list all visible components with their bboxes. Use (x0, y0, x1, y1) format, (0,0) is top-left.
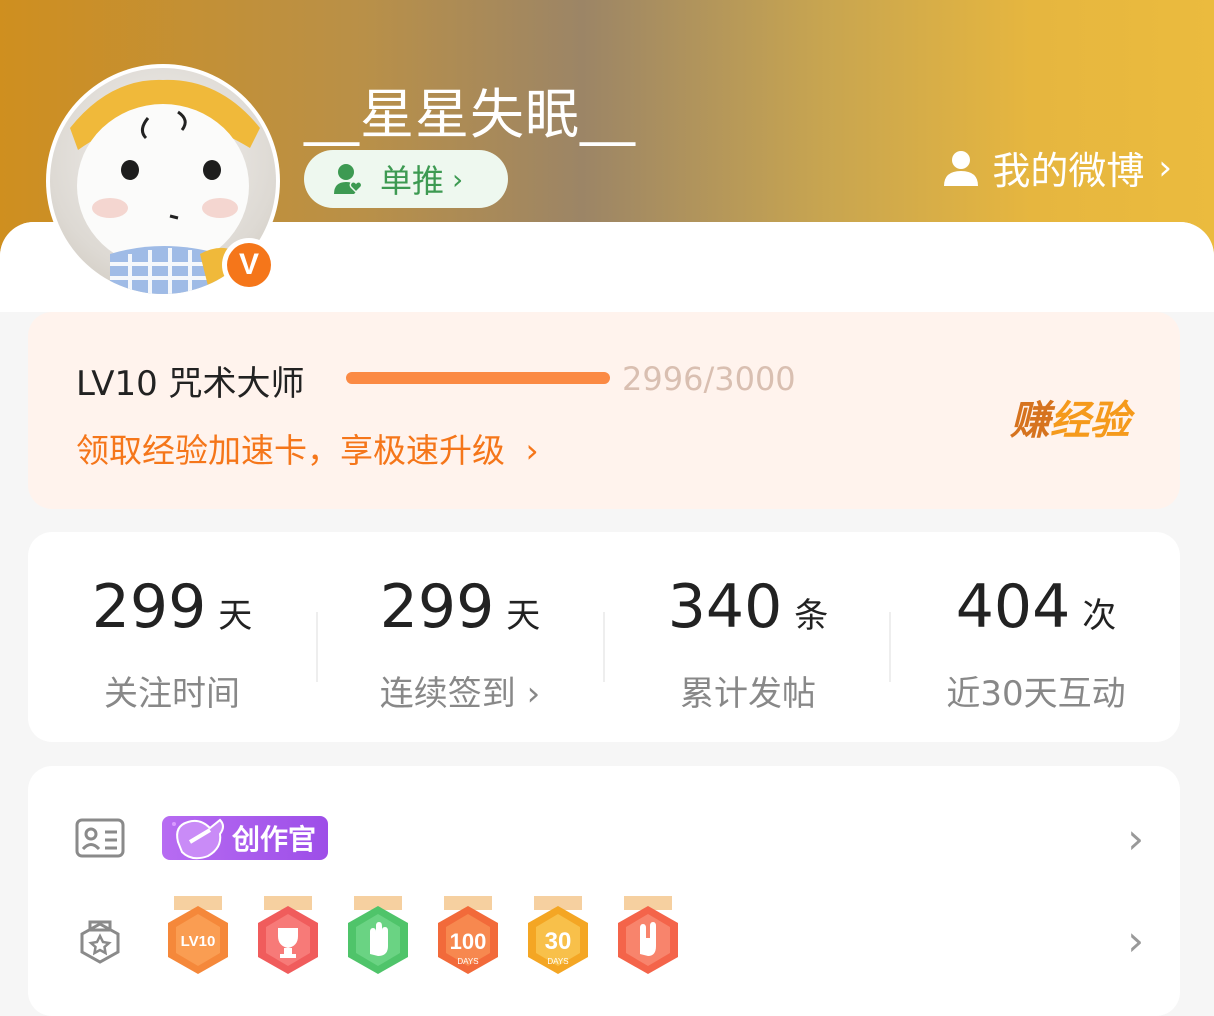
stat-value: 404 (955, 572, 1071, 642)
level-card[interactable]: LV10 咒术大师 2996/3000 领取经验加速卡，享极速升级 › 赚经验 (28, 312, 1180, 509)
svg-text:DAYS: DAYS (457, 957, 478, 966)
my-weibo-label: 我的微博 (992, 149, 1145, 193)
trophy-medal-icon[interactable] (254, 896, 322, 980)
chevron-right-icon: › (1158, 147, 1172, 188)
chevron-right-icon: › (525, 431, 539, 470)
v-icon: V (227, 243, 271, 287)
speedup-card-text: 领取经验加速卡，享极速升级 (76, 431, 505, 470)
badges-card: 创作官 › LV10 100 DAYS 30 DAYS › (28, 766, 1180, 1016)
speedup-card-link[interactable]: 领取经验加速卡，享极速升级 › (76, 424, 539, 472)
level-progress-fill (346, 372, 610, 384)
verified-badge: V (222, 238, 276, 292)
stat-follow-time: 299 天 关注时间 (28, 532, 316, 742)
user-heart-icon (334, 164, 363, 194)
medal-outline-icon (80, 920, 120, 964)
hand-medal-icon[interactable] (344, 896, 412, 980)
creator-label: 创作官 (231, 823, 316, 856)
stat-label: 连续签到 › (379, 674, 541, 714)
stat-value: 299 (91, 572, 207, 642)
creator-badge[interactable]: 创作官 (162, 816, 328, 860)
chevron-right-icon[interactable]: › (1127, 916, 1144, 965)
stat-unit: 条 (794, 596, 829, 636)
stat-interactions: 404 次 近30天互动 (892, 532, 1180, 742)
medal-text: 30 (545, 928, 572, 955)
lv10-medal-icon[interactable]: LV10 (164, 896, 232, 980)
level-title: LV10 咒术大师 (76, 364, 305, 404)
stat-posts: 340 条 累计发帖 (604, 532, 892, 742)
stat-value: 340 (667, 572, 783, 642)
username: __星星失眠__ (304, 83, 636, 146)
exp-label: 经验 (1050, 398, 1130, 444)
earn-label: 赚 (1010, 398, 1050, 444)
stat-label: 累计发帖 (680, 674, 816, 714)
stats-card: 299 天 关注时间 299 天 连续签到 › 340 条 累计发帖 404 次 近30… (28, 532, 1180, 742)
tag-label: 单推 (380, 162, 445, 200)
medal-text: 100 (450, 929, 487, 954)
person-icon (944, 150, 979, 186)
level-progress-text: 2996/3000 (622, 360, 796, 398)
chevron-right-icon: › (452, 162, 464, 196)
medal-text: LV10 (181, 933, 216, 950)
id-card-icon (75, 818, 125, 858)
stat-label: 关注时间 (104, 674, 240, 714)
rocket-hand-icon (172, 818, 224, 860)
30-days-medal-icon[interactable]: 30 DAYS (524, 896, 592, 980)
rock-hand-medal-icon[interactable] (614, 896, 682, 980)
stat-checkin[interactable]: 299 天 连续签到 › (316, 532, 604, 742)
earn-exp-button[interactable]: 赚经验 (1010, 388, 1130, 446)
chevron-right-icon[interactable]: › (1127, 814, 1144, 863)
stat-unit: 天 (506, 596, 541, 636)
stat-unit: 次 (1082, 596, 1117, 636)
my-weibo-link[interactable]: 我的微博 › (942, 140, 1172, 195)
divider (889, 612, 891, 682)
100-days-medal-icon[interactable]: 100 DAYS (434, 896, 502, 980)
single-push-tag-button[interactable]: 单推 › (304, 150, 508, 208)
stat-value: 299 (379, 572, 495, 642)
stat-label: 近30天互动 (946, 674, 1126, 714)
stat-unit: 天 (218, 596, 253, 636)
level-progress-bar (346, 372, 610, 384)
svg-text:DAYS: DAYS (547, 957, 568, 966)
